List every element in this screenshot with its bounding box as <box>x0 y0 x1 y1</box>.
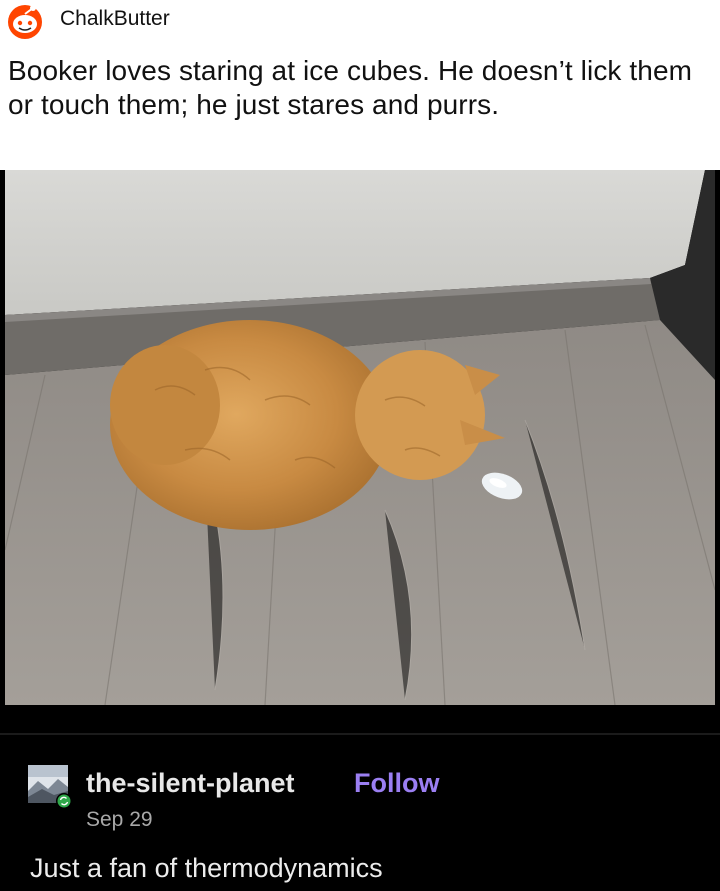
blog-name[interactable]: the-silent-planet <box>86 768 295 799</box>
post-date: Sep 29 <box>86 808 153 831</box>
reddit-username[interactable]: ChalkButter <box>60 7 170 31</box>
divider <box>0 733 720 735</box>
cat-photo <box>5 170 715 705</box>
snoo-avatar-icon[interactable] <box>3 2 47 40</box>
reddit-post-header: ChalkButter Booker loves staring at ice … <box>0 0 720 170</box>
landscape-avatar-icon[interactable] <box>28 765 72 809</box>
follow-button[interactable]: Follow <box>354 768 439 799</box>
reply-text: Just a fan of thermodynamics <box>30 853 383 883</box>
reblog-icon <box>57 794 71 808</box>
post-title: Booker loves staring at ice cubes. He do… <box>8 55 693 120</box>
